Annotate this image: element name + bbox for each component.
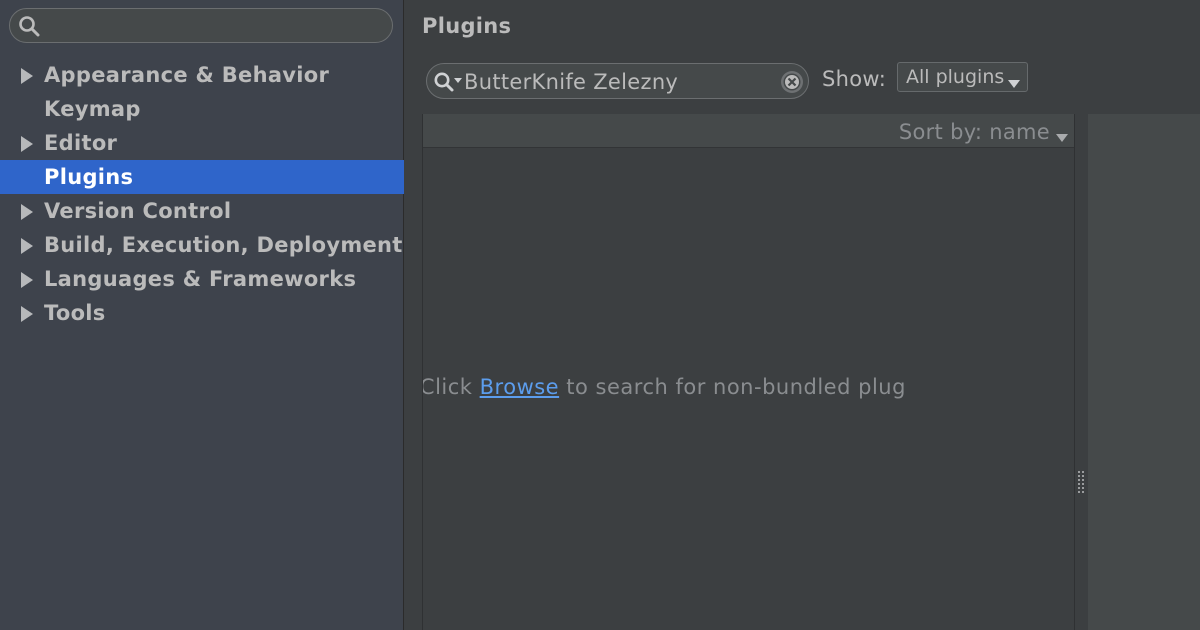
sidebar-item-label: Appearance & Behavior <box>44 63 330 87</box>
sidebar-item-label: Languages & Frameworks <box>44 267 357 291</box>
empty-message-prefix: hing to show. Click <box>422 375 473 399</box>
plugin-search-box[interactable] <box>426 63 809 99</box>
search-history-icon[interactable] <box>433 71 463 93</box>
sidebar-search-input[interactable] <box>46 11 386 40</box>
expand-arrow-icon[interactable] <box>20 202 34 220</box>
plugin-detail-panel <box>1088 114 1200 630</box>
search-icon <box>18 15 40 37</box>
sidebar-item-languages-frameworks[interactable]: Languages & Frameworks <box>0 262 404 296</box>
splitter-handle[interactable] <box>1077 470 1085 496</box>
sidebar-item-label: Build, Execution, Deployment <box>44 233 403 257</box>
expand-arrow-icon[interactable] <box>20 270 34 288</box>
sidebar-item-build-execution-deployment[interactable]: Build, Execution, Deployment <box>0 228 404 262</box>
expand-arrow-icon[interactable] <box>20 304 34 322</box>
show-filter-dropdown[interactable]: All plugins <box>897 62 1028 92</box>
sidebar-item-editor[interactable]: Editor <box>0 126 404 160</box>
clear-icon[interactable] <box>780 70 804 94</box>
plugins-page: Plugins Show: All plugins <box>405 0 1200 630</box>
settings-sidebar: Appearance & Behavior Keymap Editor Plug… <box>0 0 404 630</box>
sidebar-item-version-control[interactable]: Version Control <box>0 194 404 228</box>
sidebar-item-label: Plugins <box>44 165 134 189</box>
sidebar-item-plugins[interactable]: Plugins <box>0 160 404 194</box>
sidebar-search-box[interactable] <box>9 8 393 43</box>
page-title: Plugins <box>422 14 512 38</box>
caret-down-icon[interactable] <box>1056 127 1068 142</box>
show-filter-label: Show: <box>822 67 887 91</box>
plugin-search-input[interactable] <box>464 67 774 96</box>
sidebar-item-label: Keymap <box>44 97 141 121</box>
plugin-list[interactable]: Sort by: name hing to show. Click Browse… <box>422 114 1075 630</box>
empty-list-message: hing to show. Click Browse to search for… <box>422 372 906 402</box>
plugin-list-header: Sort by: name <box>423 114 1074 148</box>
sidebar-item-label: Editor <box>44 131 118 155</box>
expand-arrow-icon[interactable] <box>20 134 34 152</box>
sidebar-item-keymap[interactable]: Keymap <box>0 92 404 126</box>
sidebar-item-tools[interactable]: Tools <box>0 296 404 330</box>
expand-arrow-icon[interactable] <box>20 66 34 84</box>
caret-down-icon <box>1008 73 1020 88</box>
show-filter-value: All plugins <box>906 66 1005 88</box>
sidebar-item-label: Tools <box>44 301 106 325</box>
sort-by-button[interactable]: Sort by: name <box>899 117 1050 147</box>
browse-link[interactable]: Browse <box>480 375 559 399</box>
sidebar-item-label: Version Control <box>44 199 232 223</box>
sidebar-item-appearance-behavior[interactable]: Appearance & Behavior <box>0 58 404 92</box>
empty-message-suffix: to search for non-bundled plug <box>559 375 906 399</box>
settings-tree: Appearance & Behavior Keymap Editor Plug… <box>0 58 404 330</box>
expand-arrow-icon[interactable] <box>20 236 34 254</box>
